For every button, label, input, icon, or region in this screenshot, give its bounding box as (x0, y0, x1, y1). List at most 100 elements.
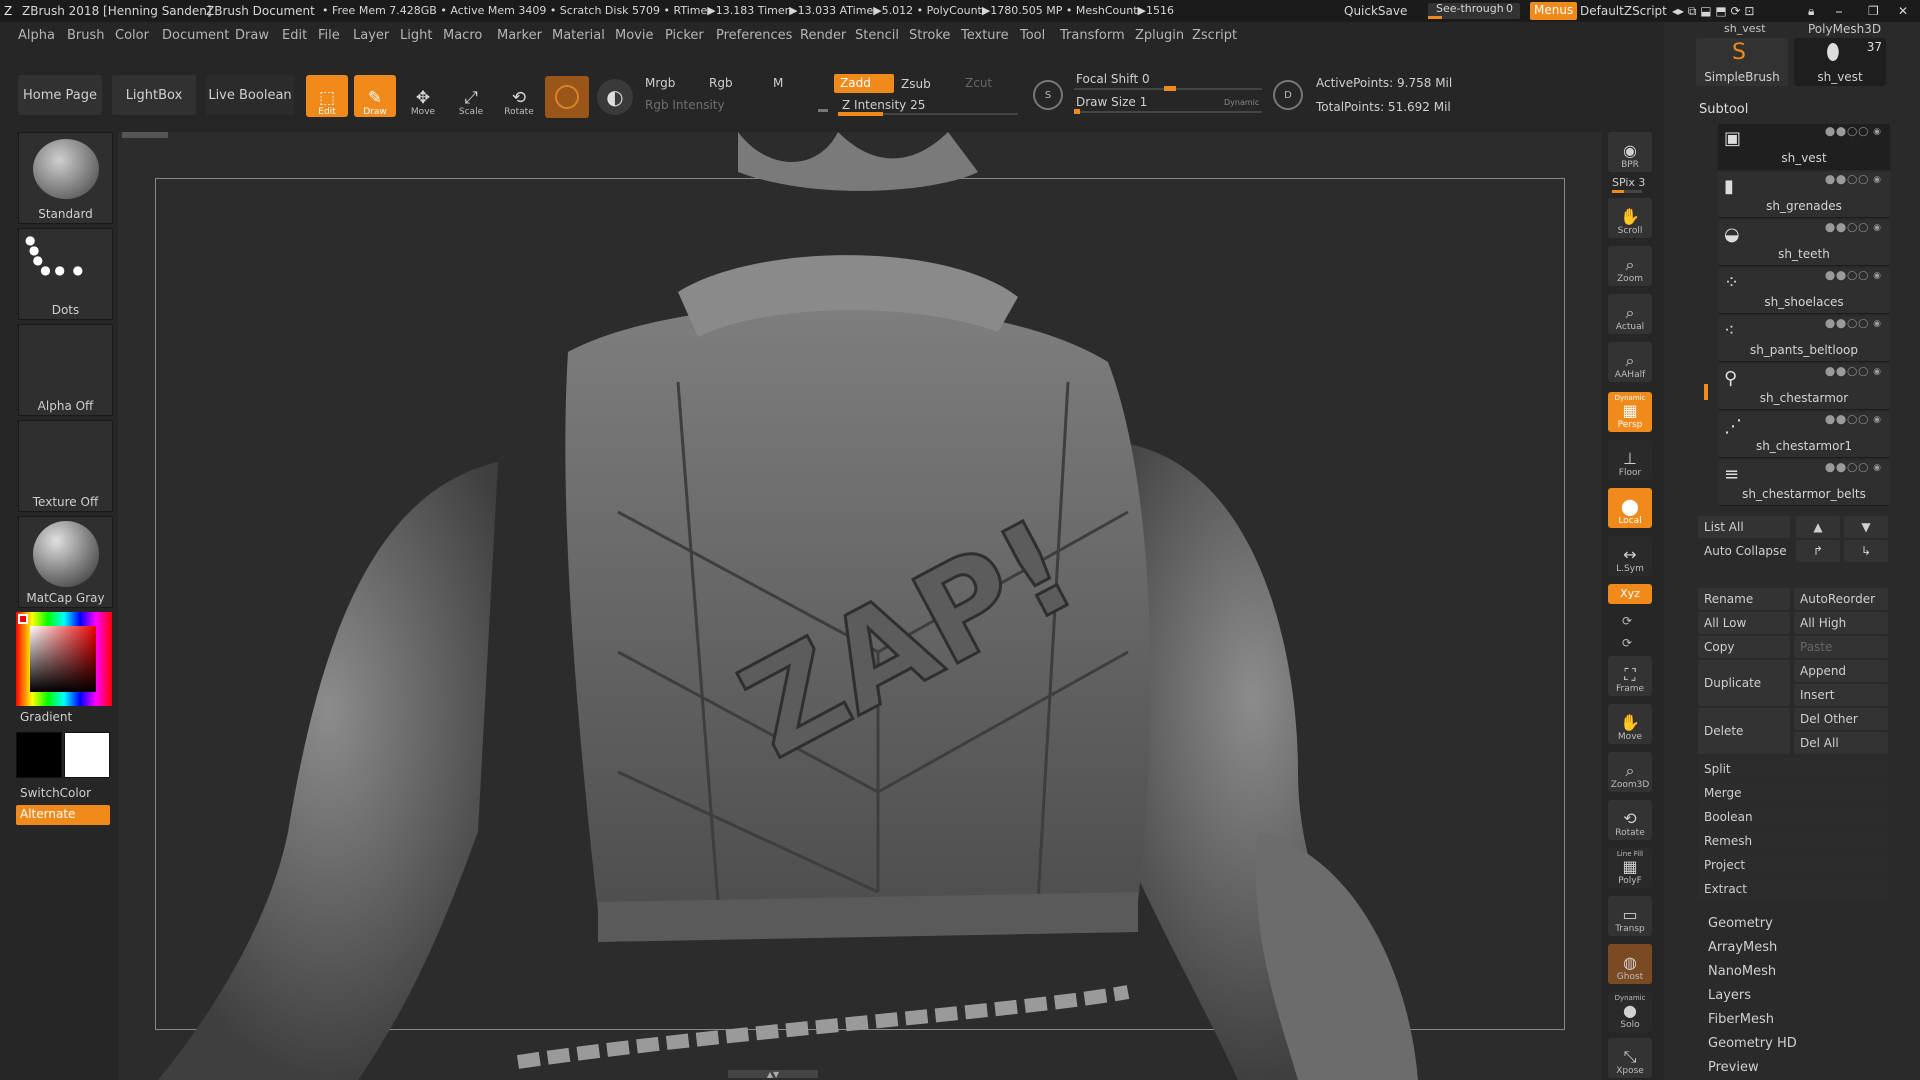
lightbox-button[interactable]: LightBox (112, 75, 196, 115)
material-selector[interactable]: MatCap Gray (18, 516, 113, 608)
geometry-palette[interactable]: Geometry (1708, 916, 1773, 931)
polymesh3d-label[interactable]: PolyMesh3D (1808, 22, 1881, 36)
menu-brush[interactable]: Brush (67, 28, 105, 43)
split-menu[interactable]: Split (1698, 758, 1888, 780)
subtool-visibility-icon[interactable]: ⬤⬤◯◯ ◉ (1825, 175, 1882, 185)
polyf-button[interactable]: Line Fill ▦ PolyF (1608, 848, 1652, 888)
subtool-scroll-marker[interactable] (1704, 384, 1708, 400)
color-square[interactable] (30, 626, 96, 692)
layers-palette[interactable]: Layers (1708, 988, 1751, 1003)
menu-zplugin[interactable]: Zplugin (1135, 28, 1184, 43)
subtool-visibility-icon[interactable]: ⬤⬤◯◯ ◉ (1825, 127, 1882, 137)
subtool-visibility-icon[interactable]: ⬤⬤◯◯ ◉ (1825, 463, 1882, 473)
all-high-button[interactable]: All High (1794, 612, 1888, 634)
subtool-item[interactable]: ≡ ⬤⬤◯◯ ◉ sh_chestarmor_belts (1718, 460, 1890, 506)
material-swatch[interactable] (545, 76, 589, 118)
frame-button[interactable]: ⛶ Frame (1608, 656, 1652, 696)
delete-button[interactable]: Delete (1698, 708, 1790, 754)
menu-transform[interactable]: Transform (1060, 28, 1125, 43)
menu-material[interactable]: Material (552, 28, 605, 43)
subtool-item[interactable]: ⋰ ⬤⬤◯◯ ◉ sh_chestarmor1 (1718, 412, 1890, 458)
transp-button[interactable]: ▭ Transp (1608, 896, 1652, 936)
draw-button[interactable]: ✎ Draw (354, 75, 396, 117)
color-picker-icon[interactable]: ◐ (597, 79, 633, 115)
quicksave-button[interactable]: QuickSave (1344, 4, 1407, 18)
menu-texture[interactable]: Texture (961, 28, 1009, 43)
extract-menu[interactable]: Extract (1698, 878, 1888, 900)
menu-alpha[interactable]: Alpha (18, 28, 55, 43)
ghost-button[interactable]: ◍ Ghost (1608, 944, 1652, 984)
append-button[interactable]: Append (1794, 660, 1888, 682)
scale-button[interactable]: ⤢ Scale (450, 75, 492, 117)
m-toggle[interactable]: M (773, 76, 783, 90)
menu-color[interactable]: Color (115, 28, 149, 43)
insert-button[interactable]: Insert (1794, 684, 1888, 706)
menu-edit[interactable]: Edit (282, 28, 307, 43)
move-button[interactable]: ✥ Move (402, 75, 444, 117)
aahalf-button[interactable]: ⌕ AAHalf (1608, 342, 1652, 382)
axis-rotate-icon[interactable]: ⟳ ⟳ (1622, 610, 1632, 654)
move-down-icon[interactable]: ▼ (1844, 516, 1888, 538)
arraymesh-palette[interactable]: ArrayMesh (1708, 940, 1777, 955)
del-all-button[interactable]: Del All (1794, 732, 1888, 754)
subtool-visibility-icon[interactable]: ⬤⬤◯◯ ◉ (1825, 319, 1882, 329)
subtool-visibility-icon[interactable]: ⬤⬤◯◯ ◉ (1825, 271, 1882, 281)
rgb-toggle[interactable]: Rgb (709, 76, 733, 90)
solo-button[interactable]: Dynamic ● Solo (1608, 992, 1652, 1032)
merge-menu[interactable]: Merge (1698, 782, 1888, 804)
canvas-bottom-scroll-handle[interactable]: ▲▼ (728, 1070, 818, 1079)
live-boolean-button[interactable]: Live Boolean (206, 75, 294, 115)
menu-macro[interactable]: Macro (443, 28, 482, 43)
arrow-down-right-icon[interactable]: ↳ (1844, 540, 1888, 562)
menu-render[interactable]: Render (800, 28, 846, 43)
simplebrush-tool[interactable]: S SimpleBrush (1696, 38, 1788, 86)
alternate-button[interactable]: Alternate (16, 805, 110, 825)
texture-selector[interactable]: Texture Off (18, 420, 113, 512)
local-button[interactable]: ⬤ Local (1608, 488, 1652, 528)
zoom-button[interactable]: ⌕ Zoom (1608, 246, 1652, 286)
z-intensity-slider[interactable]: Z Intensity 25 (838, 98, 1018, 116)
subtool-item[interactable]: ▮ ⬤⬤◯◯ ◉ sh_grenades (1718, 172, 1890, 218)
secondary-color-swatch[interactable] (64, 732, 110, 778)
focal-shift-slider[interactable]: Focal Shift 0 (1074, 72, 1262, 92)
auto-collapse-toggle[interactable]: Auto Collapse (1698, 540, 1790, 562)
subtool-item[interactable]: ⁘ ⬤⬤◯◯ ◉ sh_shoelaces (1718, 268, 1890, 314)
menu-preferences[interactable]: Preferences (716, 28, 792, 43)
menu-marker[interactable]: Marker (497, 28, 542, 43)
menu-layer[interactable]: Layer (353, 28, 389, 43)
menu-stroke[interactable]: Stroke (909, 28, 950, 43)
edit-button[interactable]: ⬚ Edit (306, 75, 348, 117)
project-menu[interactable]: Project (1698, 854, 1888, 876)
see-through-slider[interactable]: See-through 0 (1428, 2, 1520, 19)
nanomesh-palette[interactable]: NanoMesh (1708, 964, 1776, 979)
brush-selector[interactable]: Standard (18, 132, 113, 224)
color-picker[interactable] (16, 612, 112, 706)
default-zscript-button[interactable]: DefaultZScript (1580, 4, 1667, 18)
stroke-selector[interactable]: ● ● ● ● ● ● Dots (18, 228, 113, 320)
rename-button[interactable]: Rename (1698, 588, 1790, 610)
subtool-item[interactable]: ▣ ⬤⬤◯◯ ◉ sh_vest (1718, 124, 1890, 170)
s-dynamic-icon[interactable]: S (1033, 80, 1063, 110)
alpha-selector[interactable]: Alpha Off (18, 324, 113, 416)
actual-button[interactable]: ⌕ Actual (1608, 294, 1652, 334)
menu-draw[interactable]: Draw (235, 28, 269, 43)
scroll-button[interactable]: ✋ Scroll (1608, 198, 1652, 238)
subtool-item[interactable]: ⁖ ⬤⬤◯◯ ◉ sh_pants_beltloop (1718, 316, 1890, 362)
restore-icon[interactable]: ❐ (1868, 4, 1879, 18)
geometry-hd-palette[interactable]: Geometry HD (1708, 1036, 1797, 1051)
rgb-intensity-slider[interactable]: Rgb Intensity (643, 98, 831, 114)
rotate-view-button[interactable]: ⟲ Rotate (1608, 800, 1652, 840)
rotate-button[interactable]: ⟲ Rotate (498, 75, 540, 117)
canvas-viewport[interactable]: ZAP! ▲▼ (118, 132, 1602, 1080)
persp-button[interactable]: Dynamic ▦ Persp (1608, 392, 1652, 432)
zadd-toggle[interactable]: Zadd (834, 74, 894, 93)
xyz-button[interactable]: Xyz (1608, 584, 1652, 604)
menu-stencil[interactable]: Stencil (855, 28, 899, 43)
switch-color-button[interactable]: SwitchColor (20, 786, 91, 800)
subtool-item[interactable]: ⚲ ⬤⬤◯◯ ◉ sh_chestarmor (1718, 364, 1890, 410)
duplicate-button[interactable]: Duplicate (1698, 660, 1790, 706)
subtool-visibility-icon[interactable]: ⬤⬤◯◯ ◉ (1825, 223, 1882, 233)
menu-picker[interactable]: Picker (665, 28, 704, 43)
remesh-menu[interactable]: Remesh (1698, 830, 1888, 852)
subtool-visibility-icon[interactable]: ⬤⬤◯◯ ◉ (1825, 415, 1882, 425)
